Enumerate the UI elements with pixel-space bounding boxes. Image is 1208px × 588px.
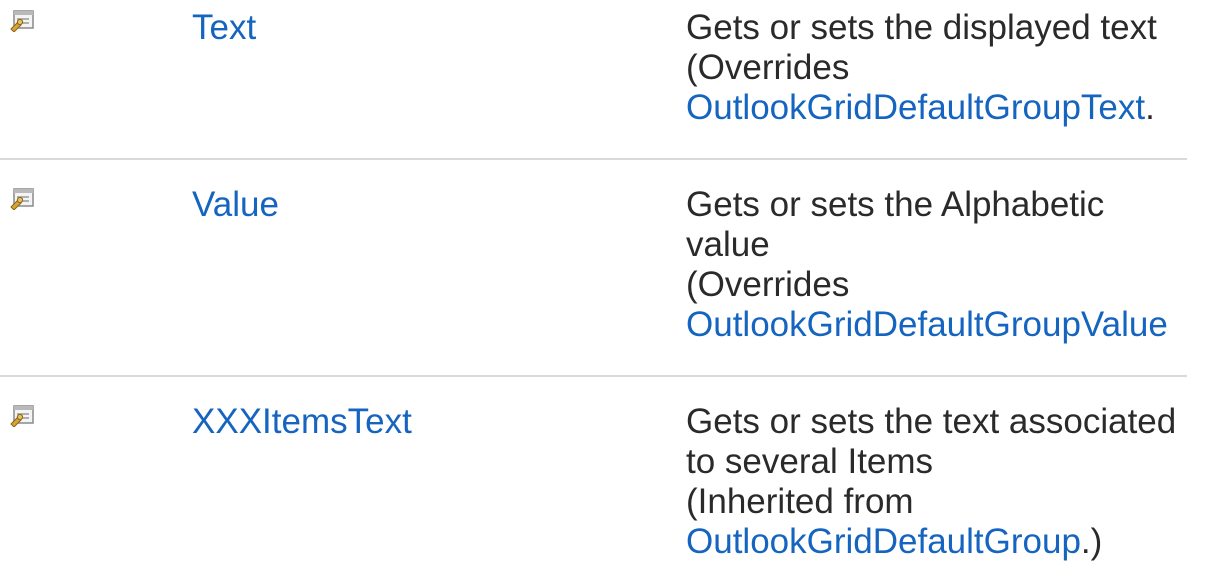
property-icon (9, 186, 37, 210)
link-suffix: . (1145, 88, 1155, 127)
description-summary-line1: Gets or sets the Alphabetic (686, 185, 1105, 224)
description-note-prefix: (Overrides (686, 48, 850, 87)
inherited-from-link[interactable]: OutlookGridDefaultGroup (686, 522, 1081, 561)
description-override-line: OutlookGridDefaultGroupValue (686, 305, 1197, 345)
description-summary-line2: to several Items (686, 442, 934, 481)
overrides-link[interactable]: OutlookGridDefaultGroupValue (686, 305, 1168, 344)
link-suffix: .) (1080, 522, 1103, 561)
member-link-value[interactable]: Value (192, 185, 279, 225)
description-note-prefix: (Inherited from (686, 482, 914, 521)
description-override-line: OutlookGridDefaultGroupText. (686, 88, 1197, 128)
member-description: Gets or sets the text associated to seve… (686, 402, 1197, 562)
row-divider (0, 375, 1187, 377)
members-table: Text Gets or sets the displayed text (Ov… (0, 0, 1197, 588)
description-note-prefix: (Overrides (686, 265, 850, 304)
description-summary-line1: Gets or sets the text associated (686, 402, 1177, 441)
member-link-xxxitemstext[interactable]: XXXItemsText (192, 402, 412, 442)
description-summary: Gets or sets the displayed text (686, 8, 1157, 47)
overrides-link[interactable]: OutlookGridDefaultGroupText (686, 88, 1145, 127)
row-divider (0, 158, 1187, 160)
member-link-text[interactable]: Text (192, 8, 256, 48)
description-inherited-line: OutlookGridDefaultGroup.) (686, 522, 1197, 562)
property-icon (9, 403, 37, 427)
property-icon (9, 8, 37, 32)
description-summary-line2: value (686, 225, 770, 264)
member-description: Gets or sets the Alphabetic value (Overr… (686, 185, 1197, 345)
member-description: Gets or sets the displayed text (Overrid… (686, 8, 1197, 128)
